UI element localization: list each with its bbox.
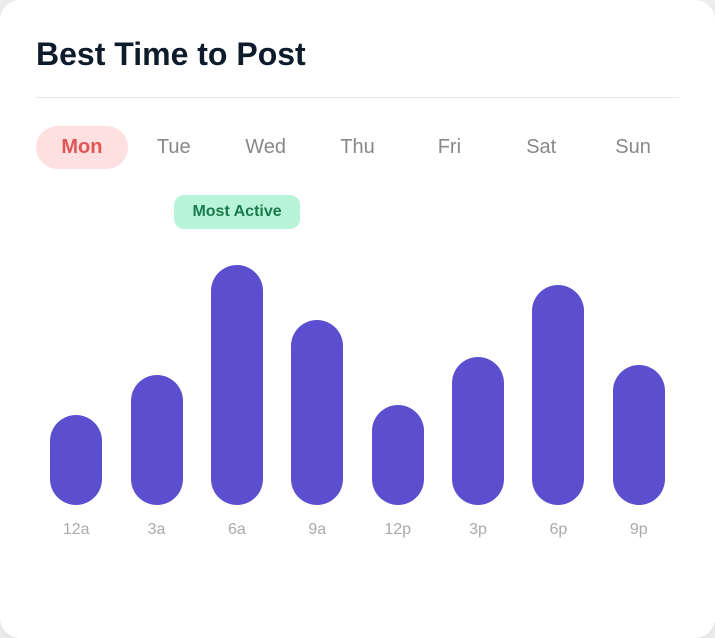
day-tab-thu[interactable]: Thu xyxy=(312,126,404,169)
x-label-6a: 6a xyxy=(197,521,277,539)
bar-6a xyxy=(211,265,263,505)
day-tab-wed[interactable]: Wed xyxy=(220,126,312,169)
x-label-12p: 12p xyxy=(358,521,438,539)
bar-col-6p xyxy=(518,285,598,505)
bar-3a xyxy=(131,375,183,505)
x-label-6p: 6p xyxy=(518,521,598,539)
day-tab-tue[interactable]: Tue xyxy=(128,126,220,169)
bar-12a xyxy=(50,415,102,505)
x-label-3p: 3p xyxy=(438,521,518,539)
divider xyxy=(36,97,679,98)
x-label-12a: 12a xyxy=(36,521,116,539)
bar-col-9a xyxy=(277,320,357,505)
x-label-3a: 3a xyxy=(116,521,196,539)
card: Best Time to Post MonTueWedThuFriSatSun … xyxy=(0,0,715,638)
chart-area: Most Active 12a3a6a9a12p3p6p9p xyxy=(36,205,679,610)
most-active-badge: Most Active xyxy=(174,195,299,229)
day-tab-sun[interactable]: Sun xyxy=(587,126,679,169)
bars-container xyxy=(36,205,679,505)
page-title: Best Time to Post xyxy=(36,36,679,73)
day-tab-sat[interactable]: Sat xyxy=(495,126,587,169)
day-tabs: MonTueWedThuFriSatSun xyxy=(36,126,679,169)
x-label-9a: 9a xyxy=(277,521,357,539)
bar-col-6a xyxy=(197,265,277,505)
x-label-9p: 9p xyxy=(599,521,679,539)
bar-3p xyxy=(452,357,504,505)
bar-9p xyxy=(613,365,665,505)
bar-col-12p xyxy=(358,405,438,505)
day-tab-fri[interactable]: Fri xyxy=(403,126,495,169)
bar-col-3p xyxy=(438,357,518,505)
bar-9a xyxy=(291,320,343,505)
bar-col-3a xyxy=(116,375,196,505)
x-labels: 12a3a6a9a12p3p6p9p xyxy=(36,521,679,539)
bar-6p xyxy=(532,285,584,505)
bar-col-9p xyxy=(599,365,679,505)
day-tab-mon[interactable]: Mon xyxy=(36,126,128,169)
bar-col-12a xyxy=(36,415,116,505)
bar-12p xyxy=(372,405,424,505)
